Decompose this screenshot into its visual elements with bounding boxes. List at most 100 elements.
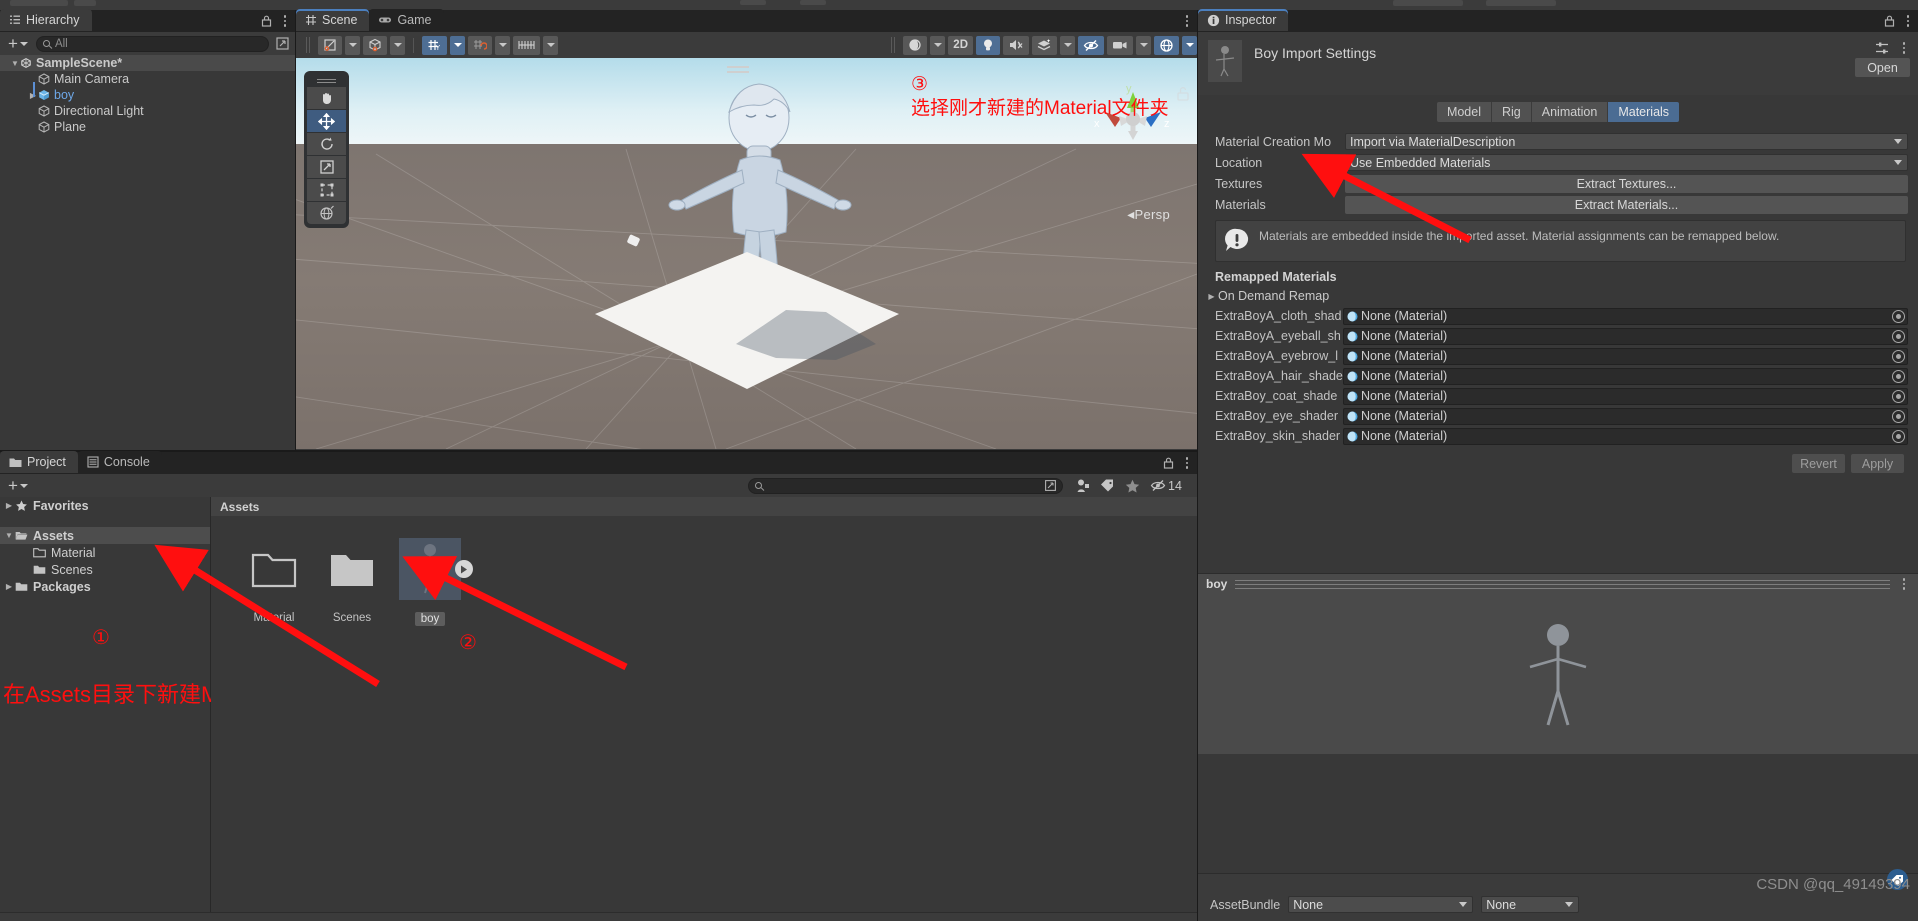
asset-thumbnail[interactable] — [243, 538, 305, 600]
hierarchy-item-maincamera[interactable]: Main Camera — [0, 71, 295, 87]
magnet-snap-toggle[interactable] — [468, 35, 492, 55]
scene-fx-caret[interactable] — [1060, 35, 1075, 55]
magnet-snap-dropdown[interactable] — [495, 35, 510, 55]
project-search-input[interactable] — [748, 477, 1063, 494]
step-button-fragment[interactable] — [800, 0, 826, 5]
scale-tool[interactable] — [307, 156, 346, 178]
grid-snapping-toggle[interactable]: Y — [422, 35, 447, 55]
grid-size-toggle[interactable] — [513, 35, 540, 55]
filter-by-label-icon[interactable] — [1100, 479, 1115, 492]
camera-settings-caret[interactable] — [1136, 35, 1151, 55]
toolbar-grip-right[interactable] — [891, 37, 897, 53]
tab-game[interactable]: Game — [369, 9, 444, 31]
tab-project[interactable]: Project — [0, 451, 78, 473]
hierarchy-add-button[interactable]: + — [4, 35, 32, 52]
project-tree-item-packages[interactable]: ▶ Packages — [0, 578, 210, 595]
toolbar-grip[interactable] — [306, 37, 312, 53]
grid-snapping-dropdown[interactable] — [450, 35, 465, 55]
importer-tab-materials[interactable]: Materials — [1608, 102, 1680, 122]
material-object-field[interactable]: None (Material) — [1343, 347, 1908, 365]
disclosure-triangle[interactable]: ▼ — [10, 59, 20, 68]
importer-tab-model[interactable]: Model — [1436, 102, 1492, 122]
camera-settings-dropdown[interactable] — [1107, 35, 1133, 55]
asset-item-boy[interactable]: boy — [391, 538, 473, 626]
scene-perspective-label[interactable]: ◂Persp — [1127, 206, 1170, 223]
asset-thumbnail[interactable] — [399, 538, 473, 600]
material-object-field[interactable]: None (Material) — [1343, 407, 1908, 425]
draw-mode-caret[interactable] — [930, 35, 946, 55]
gizmos-caret[interactable] — [1182, 35, 1197, 55]
scene-lock-icon[interactable] — [1176, 86, 1190, 102]
scene-fx-dropdown[interactable] — [1032, 35, 1057, 55]
pivot-mode-toggle[interactable] — [363, 35, 387, 55]
material-object-field[interactable]: None (Material) — [1343, 427, 1908, 445]
hidden-assets-counter[interactable]: 14 — [1150, 479, 1182, 493]
material-object-field[interactable]: None (Material) — [1343, 307, 1908, 325]
hand-tool[interactable] — [307, 87, 346, 109]
sign-in-button-fragment[interactable] — [10, 0, 68, 6]
gizmos-dropdown[interactable] — [1154, 35, 1179, 55]
preview-menu-icon[interactable] — [1898, 577, 1910, 591]
hierarchy-saved-search-icon[interactable] — [276, 37, 289, 50]
hierarchy-item-samplescene[interactable]: ▼ SampleScene* — [0, 55, 295, 71]
apply-button[interactable]: Apply — [1851, 454, 1904, 473]
hierarchy-item-directionallight[interactable]: Directional Light — [0, 103, 295, 119]
tab-inspector[interactable]: Inspector — [1198, 9, 1289, 31]
hierarchy-menu-icon[interactable] — [279, 14, 291, 28]
object-picker-icon[interactable] — [1892, 329, 1905, 343]
palette-grip[interactable] — [307, 75, 346, 86]
scene-view-gizmo[interactable]: y x z — [1089, 78, 1175, 164]
open-button[interactable]: Open — [1855, 58, 1910, 77]
scene-audio-toggle[interactable] — [1003, 35, 1029, 55]
scene-lighting-toggle[interactable] — [976, 35, 1000, 55]
assetbundle-variant-dropdown[interactable]: None — [1481, 896, 1580, 913]
hierarchy-search-input[interactable]: All — [35, 35, 269, 52]
draw-mode-dropdown[interactable] — [903, 35, 928, 55]
disclosure-triangle[interactable]: ▶ — [3, 501, 15, 510]
object-picker-icon[interactable] — [1892, 369, 1905, 383]
play-badge-icon[interactable] — [455, 560, 473, 578]
transform-tool[interactable] — [307, 202, 346, 224]
tab-console[interactable]: Console — [77, 451, 162, 473]
tab-scene[interactable]: Scene — [296, 9, 370, 31]
pivot-rotation-toggle[interactable] — [318, 35, 342, 55]
preview-header[interactable]: boy — [1198, 573, 1918, 594]
inspector-component-menu-icon[interactable] — [1898, 41, 1910, 55]
layers-dropdown-fragment[interactable] — [1393, 0, 1463, 6]
play-button-fragment[interactable] — [740, 0, 766, 5]
search-save-icon[interactable] — [1045, 480, 1056, 491]
project-lock-icon[interactable] — [1163, 457, 1174, 469]
importer-tab-rig[interactable]: Rig — [1491, 102, 1532, 122]
object-picker-icon[interactable] — [1892, 429, 1905, 443]
importer-tab-animation[interactable]: Animation — [1531, 102, 1609, 122]
hierarchy-item-boy[interactable]: ▶ boy — [0, 87, 295, 103]
inspector-menu-icon[interactable] — [1902, 14, 1914, 28]
filter-by-type-icon[interactable] — [1075, 478, 1090, 493]
object-picker-icon[interactable] — [1892, 389, 1905, 403]
project-create-button[interactable]: + — [4, 477, 32, 494]
location-dropdown[interactable]: Use Embedded Materials — [1345, 154, 1908, 171]
rect-tool[interactable] — [307, 179, 346, 201]
material-object-field[interactable]: None (Material) — [1343, 367, 1908, 385]
favorites-star-icon[interactable] — [1125, 479, 1140, 493]
project-tree-item-assets[interactable]: ▼ Assets — [0, 527, 210, 544]
preset-icon[interactable] — [1875, 41, 1889, 55]
assetbundle-dropdown[interactable]: None — [1288, 896, 1474, 913]
scene-overlay-handle[interactable] — [727, 66, 749, 76]
extract-textures---button[interactable]: Extract Textures... — [1345, 174, 1908, 193]
project-tree-item-favorites[interactable]: ▶ Favorites — [0, 497, 210, 514]
tab-hierarchy[interactable]: Hierarchy — [0, 9, 92, 31]
project-tree-item-material[interactable]: Material — [0, 544, 210, 561]
rotate-tool[interactable] — [307, 133, 346, 155]
object-picker-icon[interactable] — [1892, 349, 1905, 363]
scene-viewport[interactable]: y x z ◂Persp ③ 选择刚才新建的Material文件夹 — [296, 58, 1197, 449]
material-object-field[interactable]: None (Material) — [1343, 327, 1908, 345]
project-tree-item-scenes[interactable]: Scenes — [0, 561, 210, 578]
object-picker-icon[interactable] — [1892, 309, 1905, 323]
material-creation-mo-dropdown[interactable]: Import via MaterialDescription — [1345, 133, 1908, 150]
disclosure-triangle[interactable]: ▼ — [3, 531, 15, 540]
project-menu-icon[interactable] — [1181, 456, 1193, 470]
grid-size-dropdown[interactable] — [543, 35, 558, 55]
scene-visibility-toggle[interactable] — [1078, 35, 1104, 55]
cloud-button-fragment[interactable] — [74, 0, 96, 6]
